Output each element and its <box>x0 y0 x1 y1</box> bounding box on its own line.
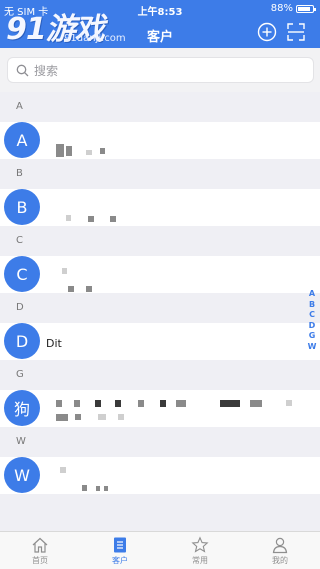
home-icon <box>32 537 48 553</box>
plus-circle-icon <box>257 22 277 42</box>
redacted-block <box>56 400 62 407</box>
section-header-c: C <box>0 226 320 256</box>
redacted-block <box>62 268 67 274</box>
redacted-block <box>68 286 74 292</box>
redacted-block <box>118 414 124 420</box>
section-header-d: D <box>0 293 320 323</box>
redacted-block <box>104 486 108 491</box>
redacted-block <box>86 150 92 155</box>
index-letter-a[interactable]: A <box>307 289 317 300</box>
redacted-block <box>100 148 105 154</box>
header-bar: 无 SIM 卡 上午8:53 88% 91游戏 91danji.com 客户 <box>0 0 320 48</box>
battery-percent: 88% <box>270 3 293 14</box>
section-header-b: B <box>0 159 320 189</box>
star-icon <box>191 536 209 553</box>
profile-icon <box>272 537 288 554</box>
redacted-block <box>138 400 144 407</box>
list-footer-area <box>0 494 320 531</box>
index-letter-d[interactable]: D <box>307 321 317 332</box>
customer-avatar: 狗 <box>4 390 40 426</box>
section-header-g: G <box>0 360 320 390</box>
redacted-block <box>95 400 101 407</box>
redacted-block <box>56 414 68 421</box>
redacted-block <box>110 216 116 222</box>
redacted-block <box>160 400 166 407</box>
scan-icon <box>287 23 305 41</box>
tab-home-label: 首页 <box>32 556 48 565</box>
search-area: 搜索 <box>0 48 320 92</box>
index-letter-g[interactable]: G <box>307 331 317 342</box>
redacted-block <box>66 146 72 156</box>
customer-row-g[interactable]: 狗 <box>0 390 320 427</box>
redacted-block <box>96 486 100 491</box>
index-letter-w[interactable]: W <box>307 342 317 353</box>
search-input[interactable]: 搜索 <box>7 57 314 83</box>
customer-avatar: B <box>4 189 40 225</box>
redacted-block <box>98 414 106 420</box>
search-icon <box>16 64 29 76</box>
tab-profile-label: 我的 <box>272 556 288 565</box>
index-letter-c[interactable]: C <box>307 310 317 321</box>
section-header-a: A <box>0 92 320 122</box>
scan-button[interactable] <box>286 22 306 42</box>
customer-row-d[interactable]: D Dit <box>0 323 320 360</box>
customer-list-icon <box>114 537 126 553</box>
battery-status: 88% <box>270 3 316 14</box>
redacted-block <box>74 400 80 407</box>
customer-avatar: W <box>4 457 40 493</box>
customer-name: Dit <box>46 337 62 350</box>
customer-avatar: C <box>4 256 40 292</box>
customer-row-a[interactable]: A <box>0 122 320 159</box>
redacted-block <box>220 400 240 407</box>
redacted-block <box>56 144 64 157</box>
alphabet-index-bar[interactable]: ABCDGW <box>307 289 317 352</box>
redacted-block <box>82 485 87 491</box>
index-letter-b[interactable]: B <box>307 300 317 311</box>
customer-avatar: A <box>4 122 40 158</box>
customer-row-b[interactable]: B <box>0 189 320 226</box>
redacted-block <box>250 400 262 407</box>
search-placeholder: 搜索 <box>34 63 59 78</box>
customer-row-c[interactable]: C <box>0 256 320 293</box>
tab-profile[interactable]: 我的 <box>240 532 320 569</box>
tab-favorites-label: 常用 <box>192 556 208 565</box>
redacted-block <box>176 400 186 407</box>
redacted-block <box>286 400 292 406</box>
tab-favorites[interactable]: 常用 <box>160 532 240 569</box>
tab-home[interactable]: 首页 <box>0 532 80 569</box>
redacted-block <box>86 286 92 292</box>
redacted-block <box>75 414 81 420</box>
customer-row-w[interactable]: W <box>0 457 320 494</box>
battery-icon <box>296 4 316 13</box>
tab-customers[interactable]: 客户 <box>80 532 160 569</box>
tab-customers-label: 客户 <box>112 556 128 565</box>
redacted-block <box>88 216 94 222</box>
redacted-block <box>60 467 66 473</box>
redacted-block <box>115 400 121 407</box>
customer-avatar: D <box>4 323 40 359</box>
redacted-block <box>66 215 71 221</box>
section-header-w: W <box>0 427 320 457</box>
bottom-tab-bar: 首页 客户 常用 我的 <box>0 531 320 569</box>
add-customer-button[interactable] <box>257 22 277 42</box>
